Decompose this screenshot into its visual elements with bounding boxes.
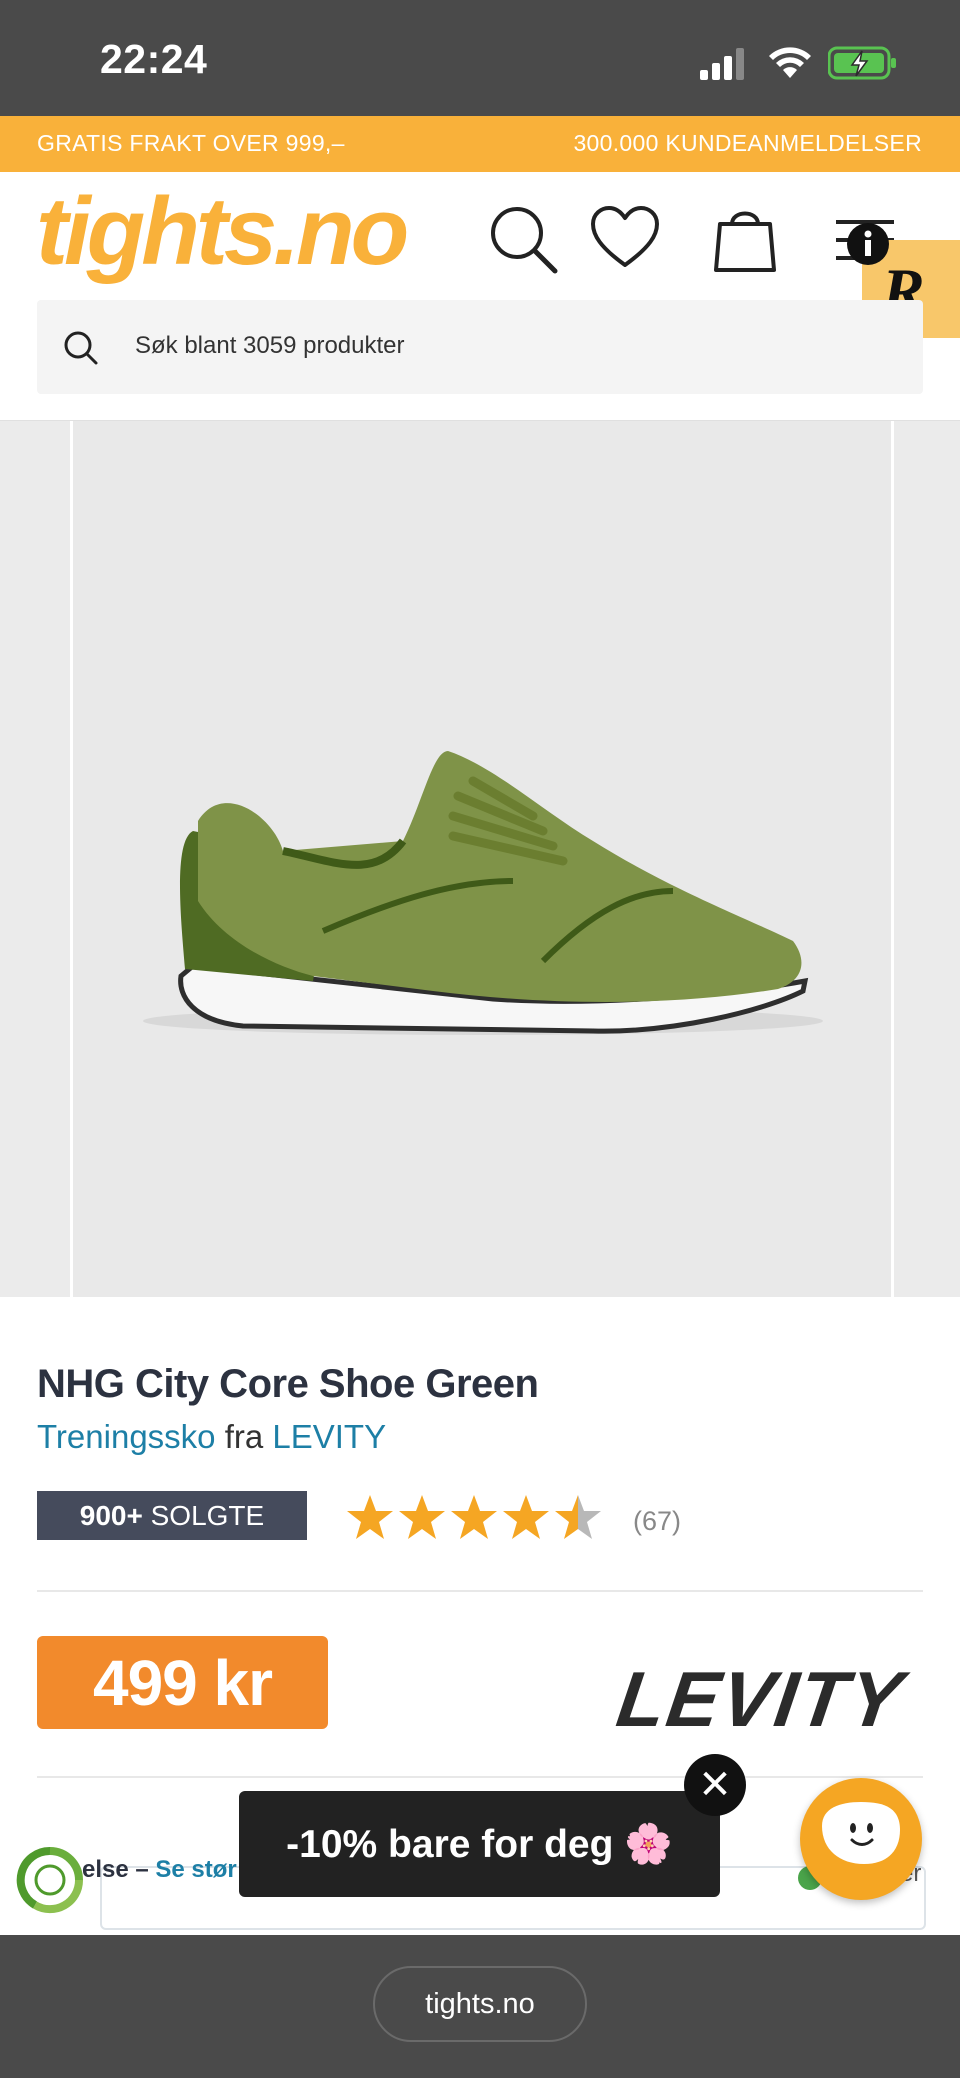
sold-label: SOLGTE — [150, 1499, 265, 1531]
info-icon[interactable] — [846, 222, 890, 266]
shoe-image — [143, 751, 823, 1035]
product-subtitle: Treningssko fra LEVITY — [37, 1418, 386, 1456]
search-icon — [64, 331, 98, 365]
product-image-gallery[interactable] — [0, 420, 960, 1297]
sold-count-badge: 900+ SOLGTE — [37, 1491, 307, 1540]
size-guide-link[interactable]: Se stør — [155, 1856, 236, 1883]
battery-charging-icon — [828, 46, 896, 80]
discount-popup[interactable]: -10% bare for deg 🌸 — [239, 1791, 720, 1897]
search-icon[interactable] — [488, 204, 558, 274]
url-bar[interactable]: tights.no — [373, 1966, 587, 2042]
star-icon — [503, 1495, 549, 1539]
site-logo[interactable]: tights.no — [36, 184, 409, 280]
eco-icon[interactable] — [15, 1845, 85, 1915]
category-link[interactable]: Treningssko — [37, 1418, 216, 1455]
rating-stars[interactable] — [345, 1493, 607, 1543]
heart-icon[interactable] — [590, 205, 660, 269]
price-badge: 499 kr — [37, 1636, 328, 1729]
star-icon — [555, 1495, 601, 1539]
clock: 22:24 — [100, 36, 208, 82]
size-guide-label: else – — [82, 1856, 156, 1883]
divider — [37, 1590, 923, 1592]
star-icon — [451, 1495, 497, 1539]
chat-button[interactable] — [800, 1778, 922, 1900]
divider — [37, 1776, 923, 1778]
star-icon — [347, 1495, 393, 1539]
brand-link[interactable]: LEVITY — [272, 1418, 386, 1455]
close-icon[interactable]: ✕ — [684, 1754, 746, 1816]
wifi-icon — [769, 47, 811, 78]
signal-icon — [700, 48, 744, 80]
product-title: NHG City Core Shoe Green — [37, 1362, 539, 1406]
chat-face-icon — [822, 1802, 900, 1864]
status-bar: 22:24 — [0, 0, 960, 116]
sold-count: 900+ — [79, 1499, 143, 1531]
free-shipping-text: GRATIS FRAKT OVER 999,– — [37, 130, 345, 156]
review-count[interactable]: (67) — [633, 1506, 681, 1537]
star-icon — [399, 1495, 445, 1539]
shopping-bag-icon[interactable] — [712, 202, 778, 274]
brand-logo[interactable]: LEVITY — [612, 1655, 909, 1743]
search-input[interactable]: Søk blant 3059 produkter — [135, 332, 405, 360]
size-guide-text: else – Se stør — [82, 1856, 237, 1884]
product-image[interactable] — [70, 421, 894, 1297]
promo-bar: GRATIS FRAKT OVER 999,– 300.000 KUNDEANM… — [0, 116, 960, 172]
search-bar[interactable]: Søk blant 3059 produkter — [37, 300, 923, 394]
reviews-count-text: 300.000 KUNDEANMELDELSER — [573, 130, 922, 156]
from-word: fra — [224, 1418, 264, 1455]
